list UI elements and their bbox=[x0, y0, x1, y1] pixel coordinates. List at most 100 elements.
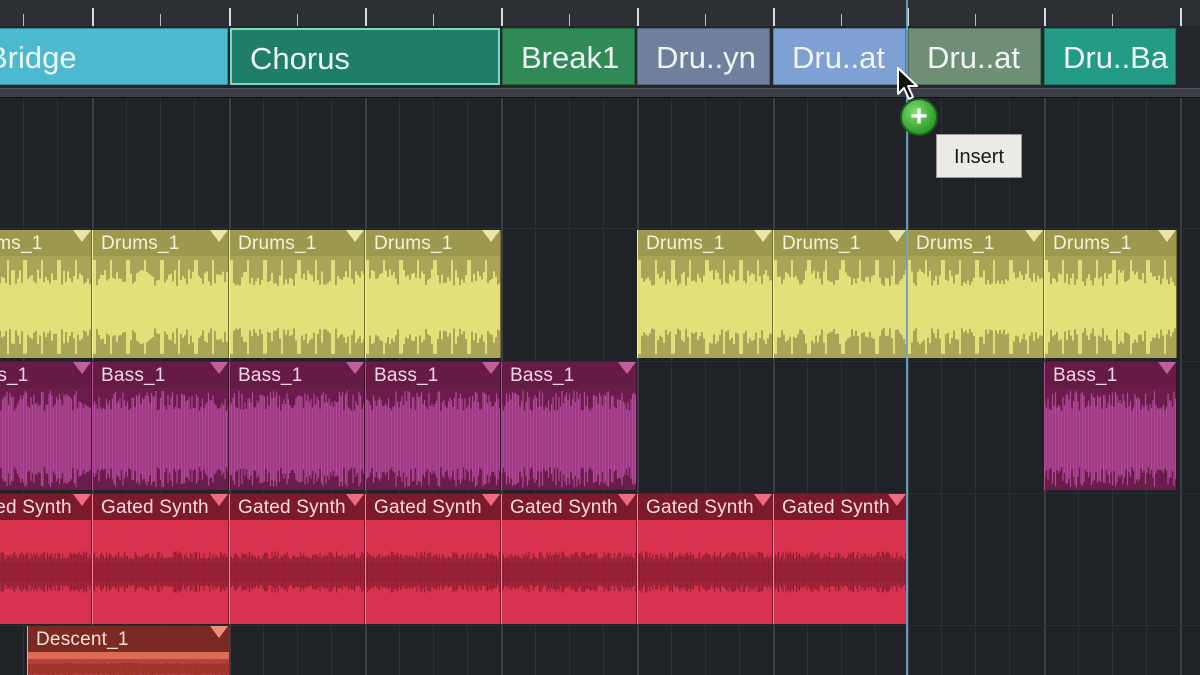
synth-event[interactable]: Gated Synth bbox=[92, 494, 229, 624]
synth-event[interactable]: Gated Synth bbox=[0, 494, 92, 624]
arrangement-view: Bridge Chorus Break1 Dru..yn Dru..at Dru… bbox=[0, 0, 1200, 675]
arranger-section-bridge[interactable]: Bridge bbox=[0, 28, 228, 85]
fade-handle-icon[interactable] bbox=[482, 230, 500, 242]
fade-handle-icon[interactable] bbox=[482, 362, 500, 374]
ruler-beat-tick bbox=[297, 14, 298, 26]
bass-event[interactable]: Bass_1 bbox=[365, 362, 501, 490]
drums-event[interactable]: Drums_1 bbox=[229, 230, 365, 358]
fade-handle-icon[interactable] bbox=[1025, 230, 1043, 242]
bass-event[interactable]: Bass_1 bbox=[0, 362, 92, 490]
event-name: Gated Synth bbox=[238, 497, 346, 518]
fade-handle-icon[interactable] bbox=[888, 494, 906, 506]
event-name: Bass_1 bbox=[374, 365, 439, 386]
event-name: Bass_1 bbox=[1053, 365, 1118, 386]
fade-handle-icon[interactable] bbox=[73, 362, 91, 374]
fade-handle-icon[interactable] bbox=[346, 362, 364, 374]
fade-handle-icon[interactable] bbox=[73, 230, 91, 242]
drums-event[interactable]: Drums_1 bbox=[92, 230, 229, 358]
drums-event[interactable]: Drums_1 bbox=[773, 230, 907, 358]
event-name: Drums_1 bbox=[374, 233, 453, 254]
synth-event[interactable]: Gated Synth bbox=[365, 494, 501, 624]
ruler-beat-tick bbox=[1112, 14, 1113, 26]
waveform bbox=[230, 256, 364, 358]
bass-event[interactable]: Bass_1 bbox=[501, 362, 637, 490]
waveform bbox=[1045, 388, 1176, 490]
waveform bbox=[502, 520, 636, 624]
grid-beat-line bbox=[975, 98, 976, 675]
waveform bbox=[908, 256, 1043, 358]
bass-event[interactable]: Bass_1 bbox=[1044, 362, 1177, 490]
waveform bbox=[502, 388, 636, 490]
arranger-track: Bridge Chorus Break1 Dru..yn Dru..at Dru… bbox=[0, 26, 1200, 90]
ruler-beat-tick bbox=[433, 14, 434, 26]
tracks-area[interactable]: Drums_1 Drums_1 Drums_1 Drums_1 Drums_1 Drums… bbox=[0, 98, 1200, 675]
fade-handle-icon[interactable] bbox=[1158, 362, 1176, 374]
ruler-beat-tick bbox=[705, 14, 706, 26]
fade-handle-icon[interactable] bbox=[210, 230, 228, 242]
event-name: Gated Synth bbox=[782, 497, 890, 518]
ruler-bar-tick bbox=[773, 8, 775, 26]
fade-handle-icon[interactable] bbox=[482, 494, 500, 506]
arranger-section-break1[interactable]: Break1 bbox=[502, 28, 635, 85]
fade-handle-icon[interactable] bbox=[888, 230, 906, 242]
arranger-section-drums-at-1[interactable]: Dru..at bbox=[773, 28, 906, 85]
event-name: Descent_1 bbox=[36, 629, 129, 650]
drums-event[interactable]: Drums_1 bbox=[365, 230, 501, 358]
grid-beat-line bbox=[1009, 98, 1010, 675]
timeline-ruler[interactable] bbox=[0, 0, 1200, 27]
fade-handle-icon[interactable] bbox=[618, 494, 636, 506]
waveform bbox=[0, 520, 91, 624]
waveform bbox=[0, 388, 91, 490]
drums-event[interactable]: Drums_1 bbox=[0, 230, 92, 358]
drums-event[interactable]: Drums_1 bbox=[1044, 230, 1177, 358]
waveform bbox=[93, 256, 228, 358]
ruler-bar-tick bbox=[229, 8, 231, 26]
fade-handle-icon[interactable] bbox=[1158, 230, 1176, 242]
event-name: Gated Synth bbox=[0, 497, 72, 518]
ruler-beat-tick bbox=[160, 14, 161, 26]
arranger-section-chorus[interactable]: Chorus bbox=[230, 28, 500, 85]
event-name: Bass_1 bbox=[510, 365, 575, 386]
waveform bbox=[93, 520, 228, 624]
synth-event[interactable]: Gated Synth bbox=[773, 494, 907, 624]
synth-event[interactable]: Gated Synth bbox=[637, 494, 773, 624]
synth-event[interactable]: Gated Synth bbox=[501, 494, 637, 624]
waveform bbox=[638, 520, 772, 624]
fade-handle-icon[interactable] bbox=[346, 230, 364, 242]
event-name: Drums_1 bbox=[0, 233, 43, 254]
waveform bbox=[28, 652, 229, 675]
waveform bbox=[230, 520, 364, 624]
event-name: Drums_1 bbox=[782, 233, 861, 254]
fade-handle-icon[interactable] bbox=[210, 626, 228, 638]
fade-handle-icon[interactable] bbox=[618, 362, 636, 374]
fade-handle-icon[interactable] bbox=[210, 494, 228, 506]
drums-event[interactable]: Drums_1 bbox=[637, 230, 773, 358]
waveform bbox=[230, 388, 364, 490]
waveform bbox=[366, 388, 500, 490]
event-name: Gated Synth bbox=[374, 497, 482, 518]
ruler-beat-tick bbox=[841, 14, 842, 26]
grid-beat-line bbox=[941, 98, 942, 675]
fade-handle-icon[interactable] bbox=[754, 494, 772, 506]
waveform bbox=[774, 520, 906, 624]
arranger-section-drums-at-2[interactable]: Dru..at bbox=[908, 28, 1041, 85]
fade-handle-icon[interactable] bbox=[346, 494, 364, 506]
waveform bbox=[366, 520, 500, 624]
fade-handle-icon[interactable] bbox=[210, 362, 228, 374]
arranger-section-drums-syn[interactable]: Dru..yn bbox=[637, 28, 770, 85]
waveform bbox=[93, 388, 228, 490]
arranger-section-drums-ba[interactable]: Dru..Ba bbox=[1044, 28, 1176, 85]
event-name: Bass_1 bbox=[238, 365, 303, 386]
fade-handle-icon[interactable] bbox=[754, 230, 772, 242]
synth-event[interactable]: Gated Synth bbox=[229, 494, 365, 624]
waveform bbox=[366, 256, 500, 358]
event-name: Gated Synth bbox=[646, 497, 754, 518]
waveform bbox=[774, 256, 906, 358]
bass-event[interactable]: Bass_1 bbox=[229, 362, 365, 490]
drums-event[interactable]: Drums_1 bbox=[907, 230, 1044, 358]
ruler-bar-tick bbox=[92, 8, 94, 26]
bass-event[interactable]: Bass_1 bbox=[92, 362, 229, 490]
fade-handle-icon[interactable] bbox=[73, 494, 91, 506]
insert-plus-icon[interactable]: + bbox=[900, 98, 938, 136]
descent-event[interactable]: Descent_1 bbox=[27, 626, 229, 675]
